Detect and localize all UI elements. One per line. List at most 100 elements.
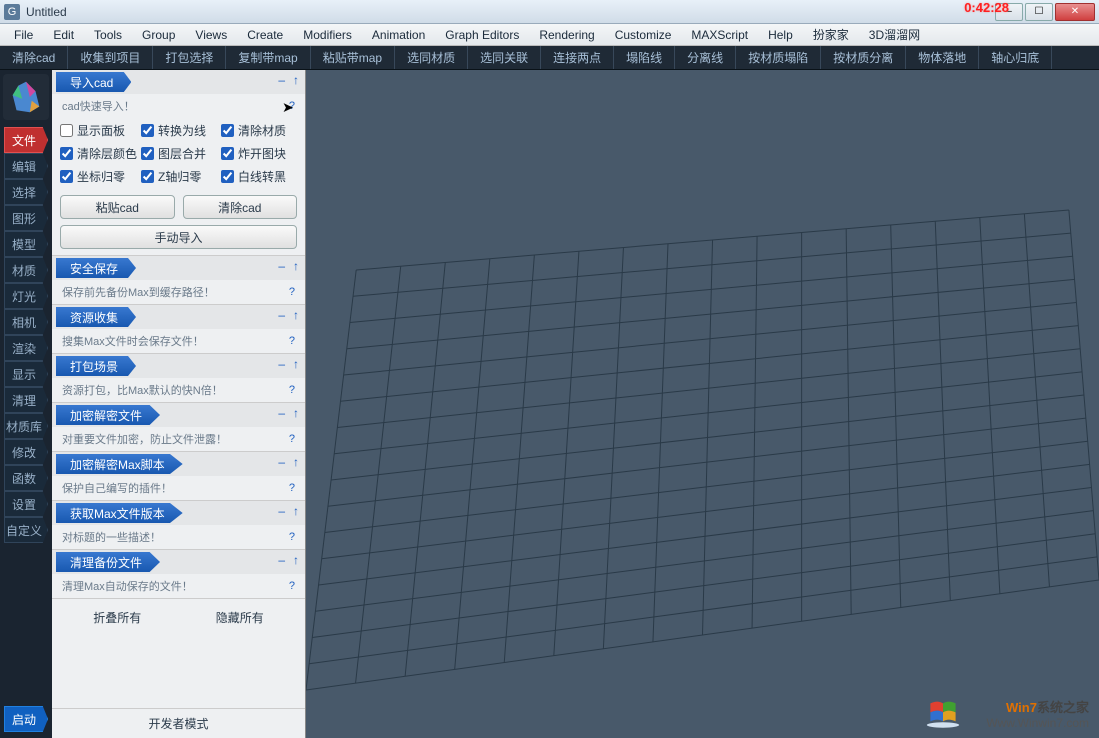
option-checkbox[interactable]: [141, 147, 154, 160]
side-tab-3[interactable]: 图形: [4, 205, 48, 231]
help-icon[interactable]: ?: [289, 482, 295, 494]
pin-icon[interactable]: ↑: [293, 504, 299, 518]
pin-icon[interactable]: ↑: [293, 259, 299, 273]
menu-3d溜溜网[interactable]: 3D溜溜网: [859, 24, 930, 45]
side-tab-2[interactable]: 选择: [4, 179, 48, 205]
option-2[interactable]: 清除材质: [221, 122, 297, 139]
side-tab-15[interactable]: 自定义: [4, 517, 48, 543]
menu-animation[interactable]: Animation: [362, 26, 435, 44]
side-tab-8[interactable]: 渲染: [4, 335, 48, 361]
tool-btn[interactable]: 按材质塌陷: [736, 46, 821, 69]
manual-import-button[interactable]: 手动导入: [60, 225, 297, 249]
side-tab-9[interactable]: 显示: [4, 361, 48, 387]
option-6[interactable]: 坐标归零: [60, 168, 137, 185]
help-icon[interactable]: ?: [289, 580, 295, 592]
side-tab-6[interactable]: 灯光: [4, 283, 48, 309]
close-button[interactable]: ✕: [1055, 3, 1095, 21]
option-4[interactable]: 图层合并: [141, 145, 217, 162]
tool-btn[interactable]: 粘贴带map: [311, 46, 395, 69]
option-checkbox[interactable]: [221, 147, 234, 160]
collapse-icon[interactable]: –: [278, 259, 285, 273]
pin-icon[interactable]: ↑: [293, 308, 299, 322]
menu-tools[interactable]: Tools: [84, 26, 132, 44]
option-1[interactable]: 转换为线: [141, 122, 217, 139]
menu-graph-editors[interactable]: Graph Editors: [435, 26, 529, 44]
side-tab-4[interactable]: 模型: [4, 231, 48, 257]
section-title[interactable]: 打包场景: [56, 356, 136, 376]
side-tab-0[interactable]: 文件: [4, 127, 48, 153]
collapse-icon[interactable]: –: [278, 553, 285, 567]
option-checkbox[interactable]: [60, 147, 73, 160]
section-title[interactable]: 资源收集: [56, 307, 136, 327]
tool-btn[interactable]: 分离线: [675, 46, 736, 69]
section-title[interactable]: 导入cad: [56, 72, 131, 92]
option-7[interactable]: Z轴归零: [141, 168, 217, 185]
menu-help[interactable]: Help: [758, 26, 803, 44]
menu-group[interactable]: Group: [132, 26, 185, 44]
tool-btn[interactable]: 塌陷线: [614, 46, 675, 69]
section-title[interactable]: 加密解密文件: [56, 405, 160, 425]
menu-file[interactable]: File: [4, 26, 43, 44]
viewport-3d[interactable]: [306, 70, 1099, 738]
clear-cad-button[interactable]: 清除cad: [183, 195, 298, 219]
menu-edit[interactable]: Edit: [43, 26, 84, 44]
tool-btn[interactable]: 轴心归底: [979, 46, 1052, 69]
menu-maxscript[interactable]: MAXScript: [681, 26, 758, 44]
pin-icon[interactable]: ↑: [293, 455, 299, 469]
side-tab-12[interactable]: 修改: [4, 439, 48, 465]
section-title[interactable]: 安全保存: [56, 258, 136, 278]
help-icon[interactable]: ?: [289, 531, 295, 543]
collapse-icon[interactable]: –: [278, 73, 285, 87]
side-tab-11[interactable]: 材质库: [4, 413, 48, 439]
section-title[interactable]: 清理备份文件: [56, 552, 160, 572]
tool-btn[interactable]: 连接两点: [541, 46, 614, 69]
collapse-icon[interactable]: –: [278, 357, 285, 371]
collapse-icon[interactable]: –: [278, 504, 285, 518]
collapse-icon[interactable]: –: [278, 406, 285, 420]
tool-btn[interactable]: 物体落地: [906, 46, 979, 69]
tool-btn[interactable]: 复制带map: [226, 46, 310, 69]
option-checkbox[interactable]: [221, 124, 234, 137]
side-tab-1[interactable]: 编辑: [4, 153, 48, 179]
paste-cad-button[interactable]: 粘贴cad: [60, 195, 175, 219]
collapse-icon[interactable]: –: [278, 308, 285, 322]
section-title[interactable]: 获取Max文件版本: [56, 503, 183, 523]
pin-icon[interactable]: ↑: [293, 406, 299, 420]
launch-tab[interactable]: 启动: [4, 706, 48, 732]
option-checkbox[interactable]: [141, 170, 154, 183]
section-title[interactable]: 加密解密Max脚本: [56, 454, 183, 474]
maximize-button[interactable]: ☐: [1025, 3, 1053, 21]
help-icon[interactable]: ?: [289, 100, 295, 112]
menu-views[interactable]: Views: [185, 26, 237, 44]
help-icon[interactable]: ?: [289, 286, 295, 298]
menu-customize[interactable]: Customize: [605, 26, 682, 44]
tool-btn[interactable]: 选同材质: [395, 46, 468, 69]
menu-modifiers[interactable]: Modifiers: [293, 26, 362, 44]
tool-btn[interactable]: 收集到项目: [68, 46, 153, 69]
side-tab-10[interactable]: 清理: [4, 387, 48, 413]
tool-btn[interactable]: 按材质分离: [821, 46, 906, 69]
option-8[interactable]: 白线转黑: [221, 168, 297, 185]
option-checkbox[interactable]: [60, 170, 73, 183]
help-icon[interactable]: ?: [289, 433, 295, 445]
option-3[interactable]: 清除层颜色: [60, 145, 137, 162]
menu-rendering[interactable]: Rendering: [529, 26, 604, 44]
help-icon[interactable]: ?: [289, 384, 295, 396]
pin-icon[interactable]: ↑: [293, 73, 299, 87]
fold-all-button[interactable]: 折叠所有: [93, 609, 141, 626]
collapse-icon[interactable]: –: [278, 455, 285, 469]
pin-icon[interactable]: ↑: [293, 553, 299, 567]
help-icon[interactable]: ?: [289, 335, 295, 347]
developer-mode-button[interactable]: 开发者模式: [52, 708, 305, 738]
tool-btn[interactable]: 清除cad: [0, 46, 68, 69]
option-checkbox[interactable]: [221, 170, 234, 183]
side-tab-13[interactable]: 函数: [4, 465, 48, 491]
side-tab-5[interactable]: 材质: [4, 257, 48, 283]
tool-btn[interactable]: 打包选择: [153, 46, 226, 69]
option-0[interactable]: 显示面板: [60, 122, 137, 139]
side-tab-14[interactable]: 设置: [4, 491, 48, 517]
side-tab-7[interactable]: 相机: [4, 309, 48, 335]
option-checkbox[interactable]: [60, 124, 73, 137]
menu-扮家家[interactable]: 扮家家: [803, 24, 859, 45]
hide-all-button[interactable]: 隐藏所有: [216, 609, 264, 626]
